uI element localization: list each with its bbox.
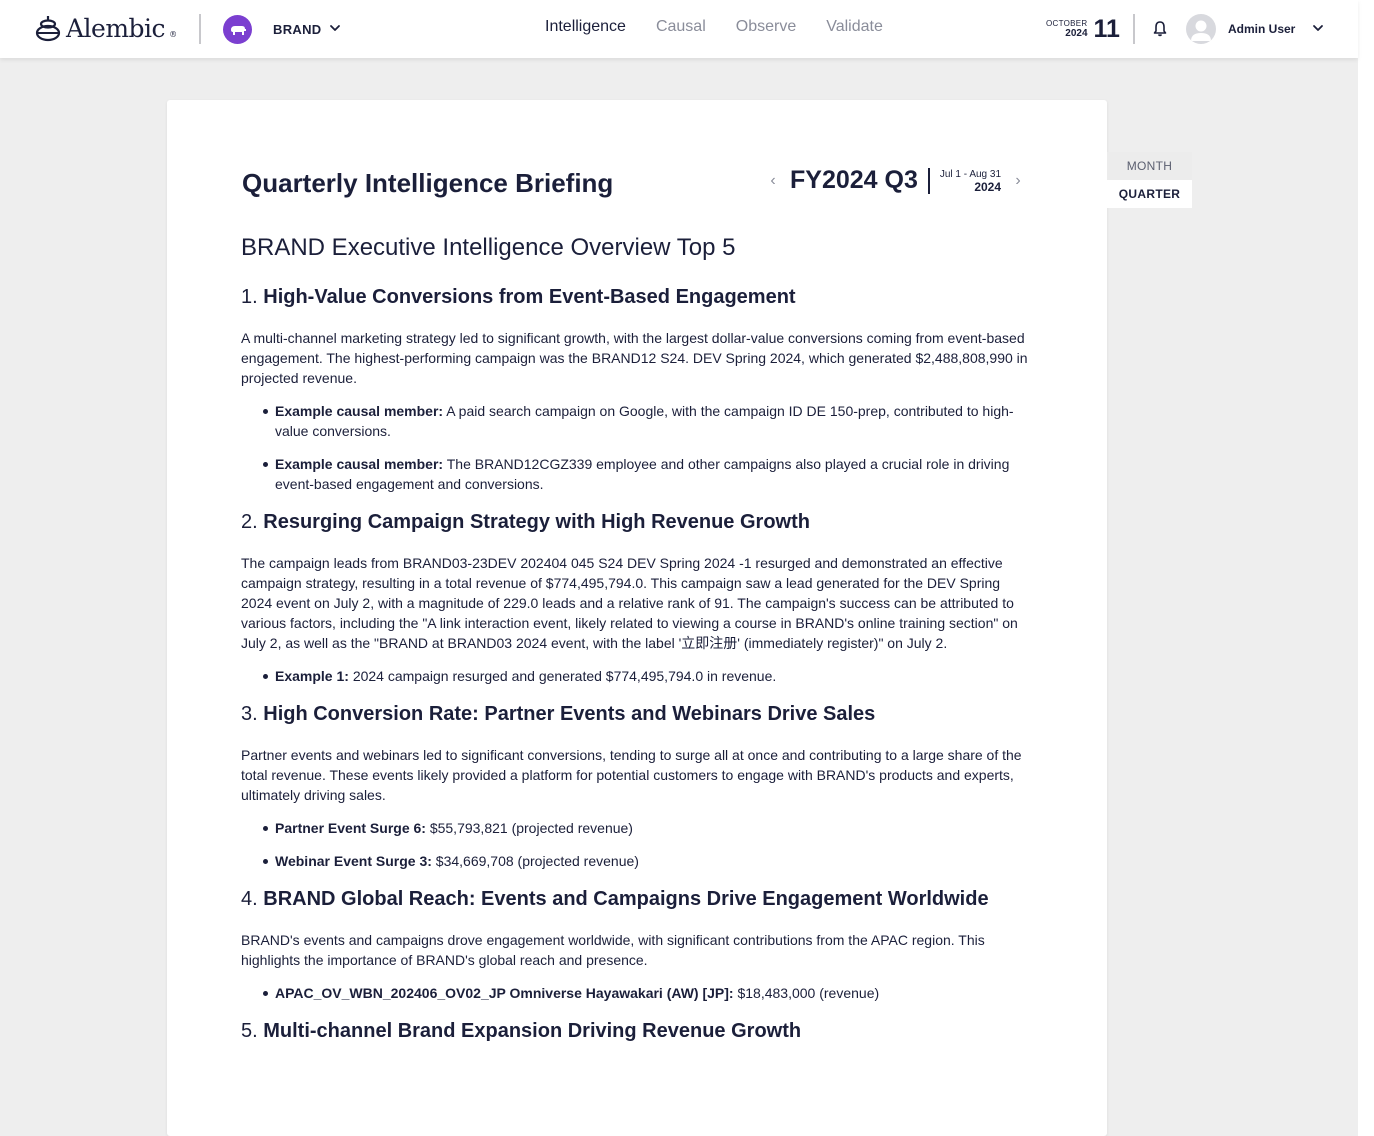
chevron-down-icon[interactable] [328, 21, 342, 35]
section-number: 2. [241, 511, 258, 533]
period-granularity-toggle: MONTH QUARTER [1107, 152, 1192, 208]
section-paragraph: BRAND's events and campaigns drove engag… [241, 932, 985, 968]
bullet-label: Example causal member: [275, 456, 444, 472]
period-divider [927, 167, 930, 194]
section-title: High-Value Conversions from Event-Based … [263, 286, 796, 308]
brand-avatar[interactable] [223, 15, 252, 44]
alembic-logo[interactable]: Alembic ® [34, 12, 177, 44]
section-title: Multi-channel Brand Expansion Driving Re… [263, 1020, 802, 1042]
section-heading: 2. Resurging Campaign Strategy with High… [241, 507, 1031, 537]
date-year: 2024 [1065, 28, 1088, 39]
period-range-dates: Jul 1 - Aug 31 [939, 168, 1002, 180]
section-number: 1. [241, 286, 258, 308]
section-title: Resurging Campaign Strategy with High Re… [263, 511, 810, 533]
bullet-text: $55,793,821 (projected revenue) [429, 820, 633, 836]
user-avatar[interactable] [1186, 14, 1216, 44]
section-paragraph: A multi-channel marketing strategy led t… [241, 330, 1028, 386]
bullet-label: Example 1: [275, 668, 349, 684]
brand-selector-label[interactable]: BRAND [273, 22, 321, 37]
section-heading: 4. BRAND Global Reach: Events and Campai… [241, 884, 1031, 914]
alembic-flask-icon [35, 16, 61, 42]
header-divider [199, 14, 201, 44]
period-selector: ‹ FY2024 Q3 Jul 1 - Aug 31 2024 › [766, 166, 1025, 195]
list-item: Partner Event Surge 6: $55,793,821 (proj… [261, 818, 1031, 838]
section-heading: 1. High-Value Conversions from Event-Bas… [241, 282, 1031, 312]
bullet-label: Webinar Event Surge 3: [275, 853, 432, 869]
section-title: BRAND Global Reach: Events and Campaigns… [263, 888, 989, 910]
list-item: Webinar Event Surge 3: $34,669,708 (proj… [261, 851, 1031, 871]
chevron-right-icon[interactable]: › [1011, 172, 1025, 190]
logo-registered-mark: ® [169, 29, 177, 39]
header-divider-right [1133, 14, 1135, 44]
bullet-text: 2024 campaign resurged and generated $77… [352, 668, 777, 684]
section-paragraph: Partner events and webinars led to signi… [241, 747, 1022, 803]
bullet-text: $34,669,708 (projected revenue) [435, 853, 639, 869]
list-item: Example 1: 2024 campaign resurged and ge… [261, 666, 1031, 686]
date-day: 11 [1093, 15, 1120, 43]
chevron-left-icon[interactable]: ‹ [766, 172, 780, 190]
bell-icon[interactable] [1151, 20, 1169, 38]
period-range: Jul 1 - Aug 31 2024 [940, 169, 1001, 193]
section-paragraph: The campaign leads from BRAND03-23DEV 20… [241, 555, 1018, 651]
logo-text: Alembic [66, 13, 166, 43]
toggle-quarter[interactable]: QUARTER [1107, 180, 1192, 208]
section-number: 5. [241, 1020, 258, 1042]
list-item: Example causal member: A paid search cam… [261, 401, 1031, 441]
nav-observe[interactable]: Observe [736, 18, 796, 36]
user-name[interactable]: Admin User [1228, 22, 1295, 36]
bullet-label: APAC_OV_WBN_202406_OV02_JP Omniverse Hay… [275, 985, 734, 1001]
insight-section: 3. High Conversion Rate: Partner Events … [241, 699, 1031, 871]
insight-section: 1. High-Value Conversions from Event-Bas… [241, 282, 1031, 494]
period-label: FY2024 Q3 [790, 166, 918, 194]
top-bar: Alembic ® BRAND Intelligence Causal Obse… [0, 0, 1358, 58]
nav-intelligence[interactable]: Intelligence [545, 18, 626, 36]
brand-animal-icon [230, 25, 246, 35]
section-heading: 3. High Conversion Rate: Partner Events … [241, 699, 1031, 729]
insight-section: 4. BRAND Global Reach: Events and Campai… [241, 884, 1031, 1003]
insight-section: 5. Multi-channel Brand Expansion Driving… [241, 1016, 1031, 1046]
chevron-down-icon[interactable] [1311, 21, 1325, 35]
bullet-list: Example causal member: A paid search cam… [261, 401, 1031, 494]
insight-section: 2. Resurging Campaign Strategy with High… [241, 507, 1031, 686]
bullet-list: APAC_OV_WBN_202406_OV02_JP Omniverse Hay… [261, 983, 1031, 1003]
section-number: 3. [241, 703, 258, 725]
page-title: Quarterly Intelligence Briefing [242, 168, 614, 198]
section-heading: 5. Multi-channel Brand Expansion Driving… [241, 1016, 1031, 1046]
bullet-text: $18,483,000 (revenue) [737, 985, 880, 1001]
main-nav: Intelligence Causal Observe Validate [545, 18, 883, 36]
list-item: Example causal member: The BRAND12CGZ339… [261, 454, 1031, 494]
period-range-year: 2024 [974, 179, 1002, 194]
user-icon [1191, 20, 1211, 41]
nav-causal[interactable]: Causal [656, 18, 706, 36]
overview-heading: BRAND Executive Intelligence Overview To… [241, 234, 736, 261]
section-title: High Conversion Rate: Partner Events and… [263, 703, 876, 725]
nav-validate[interactable]: Validate [826, 18, 883, 36]
bullet-list: Example 1: 2024 campaign resurged and ge… [261, 666, 1031, 686]
current-date: OCTOBER 2024 11 [1046, 15, 1120, 43]
briefing-content: BRAND Executive Intelligence Overview To… [241, 232, 1031, 1062]
toggle-month[interactable]: MONTH [1107, 152, 1192, 180]
section-number: 4. [241, 888, 258, 910]
bullet-list: Partner Event Surge 6: $55,793,821 (proj… [261, 818, 1031, 871]
bullet-label: Partner Event Surge 6: [275, 820, 426, 836]
bullet-label: Example causal member: [275, 403, 444, 419]
list-item: APAC_OV_WBN_202406_OV02_JP Omniverse Hay… [261, 983, 1031, 1003]
